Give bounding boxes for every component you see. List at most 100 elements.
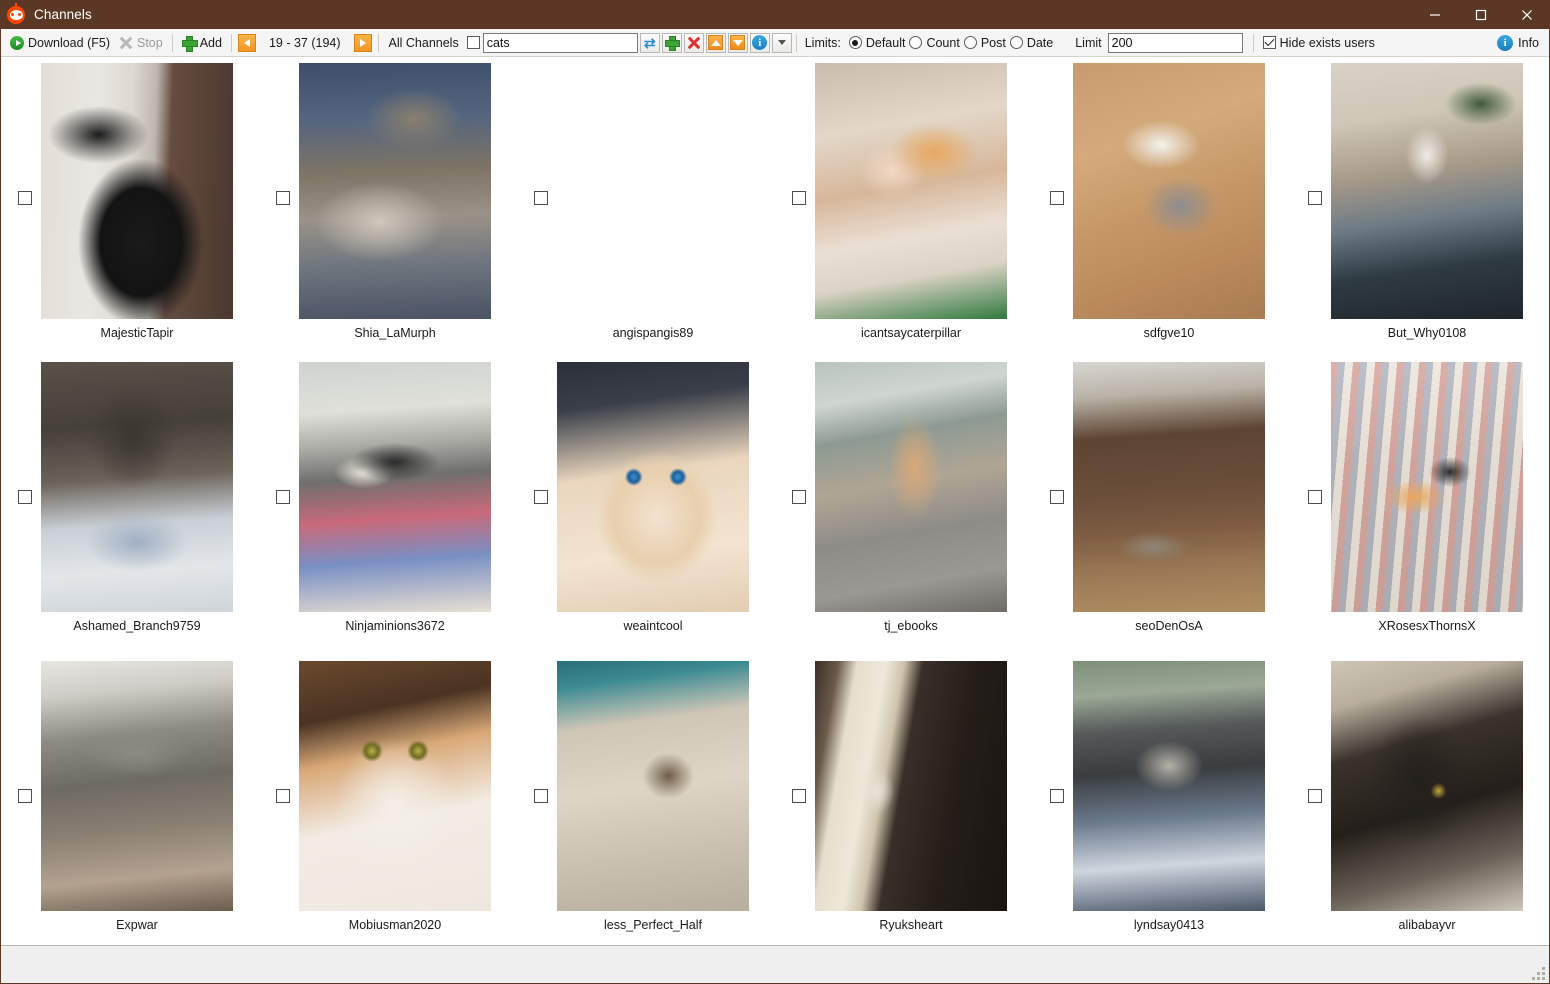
- item-checkbox[interactable]: [792, 191, 806, 205]
- radio-post[interactable]: [963, 36, 977, 49]
- delete-channel-button[interactable]: [683, 32, 704, 53]
- thumbnail-caption: tj_ebooks: [884, 619, 938, 633]
- thumbnail-image[interactable]: [1073, 63, 1265, 319]
- item-checkbox[interactable]: [1308, 789, 1322, 803]
- thumbnail-image[interactable]: [557, 63, 749, 319]
- grid-item[interactable]: less_Perfect_Half: [517, 661, 775, 945]
- thumbnail-caption: Ashamed_Branch9759: [73, 619, 201, 633]
- grid-item[interactable]: alibabayvr: [1291, 661, 1549, 945]
- item-checkbox[interactable]: [534, 490, 548, 504]
- download-button[interactable]: Download (F5): [5, 31, 115, 55]
- add-button[interactable]: Add: [177, 31, 227, 55]
- limits-option-count[interactable]: Count: [909, 31, 963, 55]
- grid-item[interactable]: Mobiusman2020: [259, 661, 517, 945]
- thumbnail-image[interactable]: [41, 362, 233, 612]
- item-checkbox[interactable]: [276, 191, 290, 205]
- limits-option-default-label: Default: [865, 35, 906, 50]
- window-title: Channels: [34, 7, 92, 22]
- toolbar-divider: [171, 33, 173, 52]
- item-checkbox[interactable]: [1308, 490, 1322, 504]
- add-channel-button[interactable]: [661, 32, 682, 53]
- thumbnail-image[interactable]: [299, 661, 491, 911]
- item-checkbox[interactable]: [276, 490, 290, 504]
- grid-item[interactable]: But_Why0108: [1291, 63, 1549, 362]
- thumbnail-image[interactable]: [299, 63, 491, 319]
- minimize-button[interactable]: [1412, 0, 1458, 29]
- refresh-button[interactable]: ⇄: [639, 32, 660, 53]
- grid-item[interactable]: Ninjaminions3672: [259, 362, 517, 661]
- thumbnail-image[interactable]: [1073, 661, 1265, 911]
- item-checkbox[interactable]: [1050, 191, 1064, 205]
- thumbnail-image[interactable]: [815, 661, 1007, 911]
- grid-item[interactable]: weaintcool: [517, 362, 775, 661]
- thumbnail-image[interactable]: [1073, 362, 1265, 612]
- grid-item[interactable]: seoDenOsA: [1033, 362, 1291, 661]
- thumbnail-image[interactable]: [1331, 362, 1523, 612]
- thumbnail-image[interactable]: [1331, 63, 1523, 319]
- all-channels-label: All Channels: [388, 35, 459, 50]
- radio-count[interactable]: [909, 36, 923, 49]
- grid-item[interactable]: lyndsay0413: [1033, 661, 1291, 945]
- grid-item[interactable]: Ashamed_Branch9759: [1, 362, 259, 661]
- thumbnail-image[interactable]: [557, 661, 749, 911]
- previous-page-button[interactable]: [237, 33, 256, 52]
- grid-item[interactable]: icantsaycaterpillar: [775, 63, 1033, 362]
- add-button-label: Add: [199, 35, 222, 50]
- info-icon: i: [752, 35, 768, 50]
- grid-item[interactable]: tj_ebooks: [775, 362, 1033, 661]
- move-down-button[interactable]: [727, 32, 748, 53]
- thumbnail-image[interactable]: [41, 661, 233, 911]
- all-channels-checkbox[interactable]: [466, 36, 480, 49]
- grid-item[interactable]: sdfgve10: [1033, 63, 1291, 362]
- thumbnail-image[interactable]: [41, 63, 233, 319]
- plus-icon: [665, 36, 681, 51]
- resize-grip-icon[interactable]: [1532, 967, 1545, 980]
- play-icon: [10, 35, 24, 50]
- radio-date[interactable]: [1009, 36, 1023, 49]
- limits-option-date[interactable]: Date: [1009, 31, 1057, 55]
- next-page-button[interactable]: [353, 33, 372, 52]
- item-checkbox[interactable]: [276, 789, 290, 803]
- grid-item[interactable]: Expwar: [1, 661, 259, 945]
- stop-button[interactable]: Stop: [115, 31, 168, 55]
- grid-item[interactable]: MajesticTapir: [1, 63, 259, 362]
- item-checkbox[interactable]: [18, 490, 32, 504]
- limit-input[interactable]: [1107, 32, 1243, 53]
- more-options-button[interactable]: [771, 32, 792, 53]
- radio-default[interactable]: [848, 36, 862, 49]
- grid-item[interactable]: XRosesxThornsX: [1291, 362, 1549, 661]
- search-input[interactable]: [482, 32, 638, 53]
- download-button-label: Download (F5): [28, 35, 110, 50]
- red-x-icon: [687, 36, 700, 49]
- grid-item[interactable]: angispangis89: [517, 63, 775, 362]
- move-up-button[interactable]: [705, 32, 726, 53]
- item-checkbox[interactable]: [18, 789, 32, 803]
- thumbnail-image[interactable]: [815, 63, 1007, 319]
- item-checkbox[interactable]: [534, 789, 548, 803]
- item-checkbox[interactable]: [1050, 789, 1064, 803]
- maximize-button[interactable]: [1458, 0, 1504, 29]
- info-button-label: Info: [1518, 35, 1539, 50]
- thumbnail-image[interactable]: [557, 362, 749, 612]
- info-button[interactable]: i Info: [1497, 34, 1539, 51]
- limits-option-post[interactable]: Post: [963, 31, 1010, 55]
- checkbox-hide-exists[interactable]: [1262, 36, 1276, 49]
- thumbnail-caption: sdfgve10: [1143, 326, 1195, 340]
- item-checkbox[interactable]: [534, 191, 548, 205]
- thumbnail-image[interactable]: [815, 362, 1007, 612]
- item-checkbox[interactable]: [1050, 490, 1064, 504]
- item-checkbox[interactable]: [1308, 191, 1322, 205]
- thumbnail-image[interactable]: [299, 362, 491, 612]
- hide-exists-users-checkbox[interactable]: Hide exists users: [1258, 31, 1380, 55]
- item-checkbox[interactable]: [792, 490, 806, 504]
- thumbnail-image[interactable]: [1331, 661, 1523, 911]
- item-checkbox[interactable]: [792, 789, 806, 803]
- stop-x-icon: [120, 36, 133, 49]
- grid-item[interactable]: Ryuksheart: [775, 661, 1033, 945]
- close-button[interactable]: [1504, 0, 1550, 29]
- limit-label: Limit: [1075, 35, 1102, 50]
- channel-info-button[interactable]: i: [749, 32, 770, 53]
- grid-item[interactable]: Shia_LaMurph: [259, 63, 517, 362]
- item-checkbox[interactable]: [18, 191, 32, 205]
- limits-option-default[interactable]: Default: [848, 31, 910, 55]
